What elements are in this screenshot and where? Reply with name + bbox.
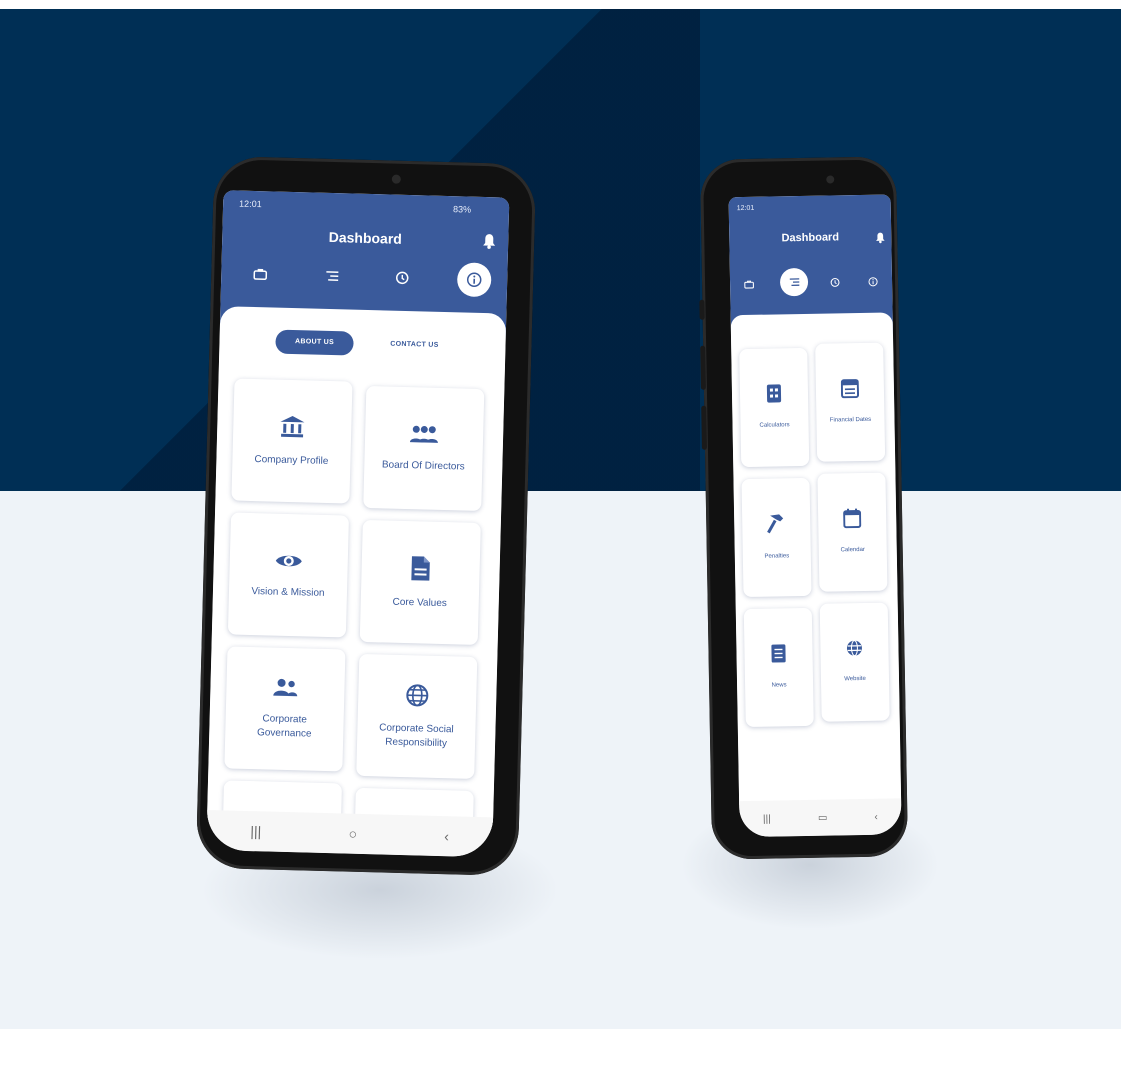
card-news[interactable]: News <box>743 607 814 728</box>
hammer-icon <box>766 512 786 539</box>
list-icon[interactable] <box>319 263 346 290</box>
card-csr[interactable]: Corporate Social Responsibility <box>356 653 478 779</box>
briefcase-icon[interactable] <box>247 261 274 288</box>
card-label: Penalties <box>764 552 790 560</box>
background-dark <box>0 9 1121 491</box>
recent-apps-button[interactable]: ||| <box>250 823 261 839</box>
side-button[interactable] <box>699 299 705 320</box>
system-navbar: ||| ○ ‹ <box>206 809 494 858</box>
bell-icon[interactable] <box>875 231 885 249</box>
tab-contact-us[interactable]: CONTACT US <box>369 332 460 358</box>
list-icon[interactable] <box>779 267 809 297</box>
document-icon <box>410 555 431 587</box>
clock-icon[interactable] <box>389 265 416 292</box>
news-icon <box>770 643 786 668</box>
card-corporate-governance[interactable]: Corporate Governance <box>224 646 346 772</box>
card-label: Vision & Mission <box>251 585 325 599</box>
info-icon[interactable] <box>864 273 882 291</box>
background-light <box>0 491 1121 1029</box>
home-button[interactable]: ▭ <box>818 812 828 823</box>
card-label: Financial Dates <box>829 416 872 424</box>
card-label: Website <box>844 675 866 682</box>
calendar-icon <box>843 508 862 533</box>
globe-icon <box>405 683 430 713</box>
page-title: Dashboard <box>781 231 840 245</box>
calculator-icon <box>766 383 782 408</box>
content-panel: Calculators Financial Dates Penalties Ca… <box>730 312 902 806</box>
card-label: Company Profile <box>254 453 329 467</box>
status-time: 12:01 <box>239 198 262 210</box>
status-time: 12:01 <box>736 204 755 213</box>
page-title: Dashboard <box>328 228 403 247</box>
right-phone: 12:01 Dashboard Calculators Financial Da… <box>699 156 909 860</box>
card-label: Board Of Directors <box>381 458 465 473</box>
card-financial-dates[interactable]: Financial Dates <box>815 342 886 462</box>
tab-about-us[interactable]: ABOUT US <box>275 329 354 356</box>
front-camera <box>826 175 835 184</box>
volume-up-button[interactable] <box>700 345 706 390</box>
system-navbar: ||| ▭ ‹ <box>739 798 902 838</box>
bank-icon <box>279 414 306 444</box>
web-icon <box>845 638 863 661</box>
eye-icon <box>274 550 303 576</box>
card-label: Calendar <box>840 546 865 553</box>
info-icon[interactable] <box>456 262 492 298</box>
card-label: Calculators <box>759 421 790 429</box>
home-button[interactable]: ○ <box>348 826 357 842</box>
recent-apps-button[interactable]: ||| <box>763 813 771 824</box>
right-screen: 12:01 Dashboard Calculators Financial Da… <box>728 194 902 838</box>
card-label: Core Values <box>392 596 448 609</box>
bell-icon[interactable] <box>482 233 497 254</box>
briefcase-icon[interactable] <box>740 275 758 293</box>
card-label: Corporate Governance <box>256 712 312 740</box>
calendar-list-icon <box>840 378 860 403</box>
card-board-of-directors[interactable]: Board Of Directors <box>363 385 485 512</box>
card-penalties[interactable]: Penalties <box>741 477 812 598</box>
group-icon <box>408 424 441 450</box>
back-button[interactable]: ‹ <box>444 828 449 844</box>
people-icon <box>272 677 299 703</box>
status-battery: 83% <box>452 204 472 215</box>
clock-icon[interactable] <box>826 273 844 291</box>
card-label: News <box>771 681 787 689</box>
content-panel: ABOUT US CONTACT US Company Profile Boar… <box>206 306 507 841</box>
card-website[interactable]: Website <box>819 602 890 722</box>
left-screen: 12:01 83% Dashboard ABOUT US CONTACT US <box>206 190 510 858</box>
card-core-values[interactable]: Core Values <box>359 519 481 645</box>
card-calculators[interactable]: Calculators <box>739 347 810 468</box>
card-company-profile[interactable]: Company Profile <box>231 378 353 504</box>
volume-down-button[interactable] <box>701 405 707 450</box>
back-button[interactable]: ‹ <box>874 811 878 822</box>
card-vision-mission[interactable]: Vision & Mission <box>227 512 350 638</box>
front-camera <box>391 174 401 184</box>
card-calendar[interactable]: Calendar <box>817 472 888 592</box>
card-label: Corporate Social Responsibility <box>379 721 454 749</box>
left-phone: 12:01 83% Dashboard ABOUT US CONTACT US <box>195 155 537 877</box>
